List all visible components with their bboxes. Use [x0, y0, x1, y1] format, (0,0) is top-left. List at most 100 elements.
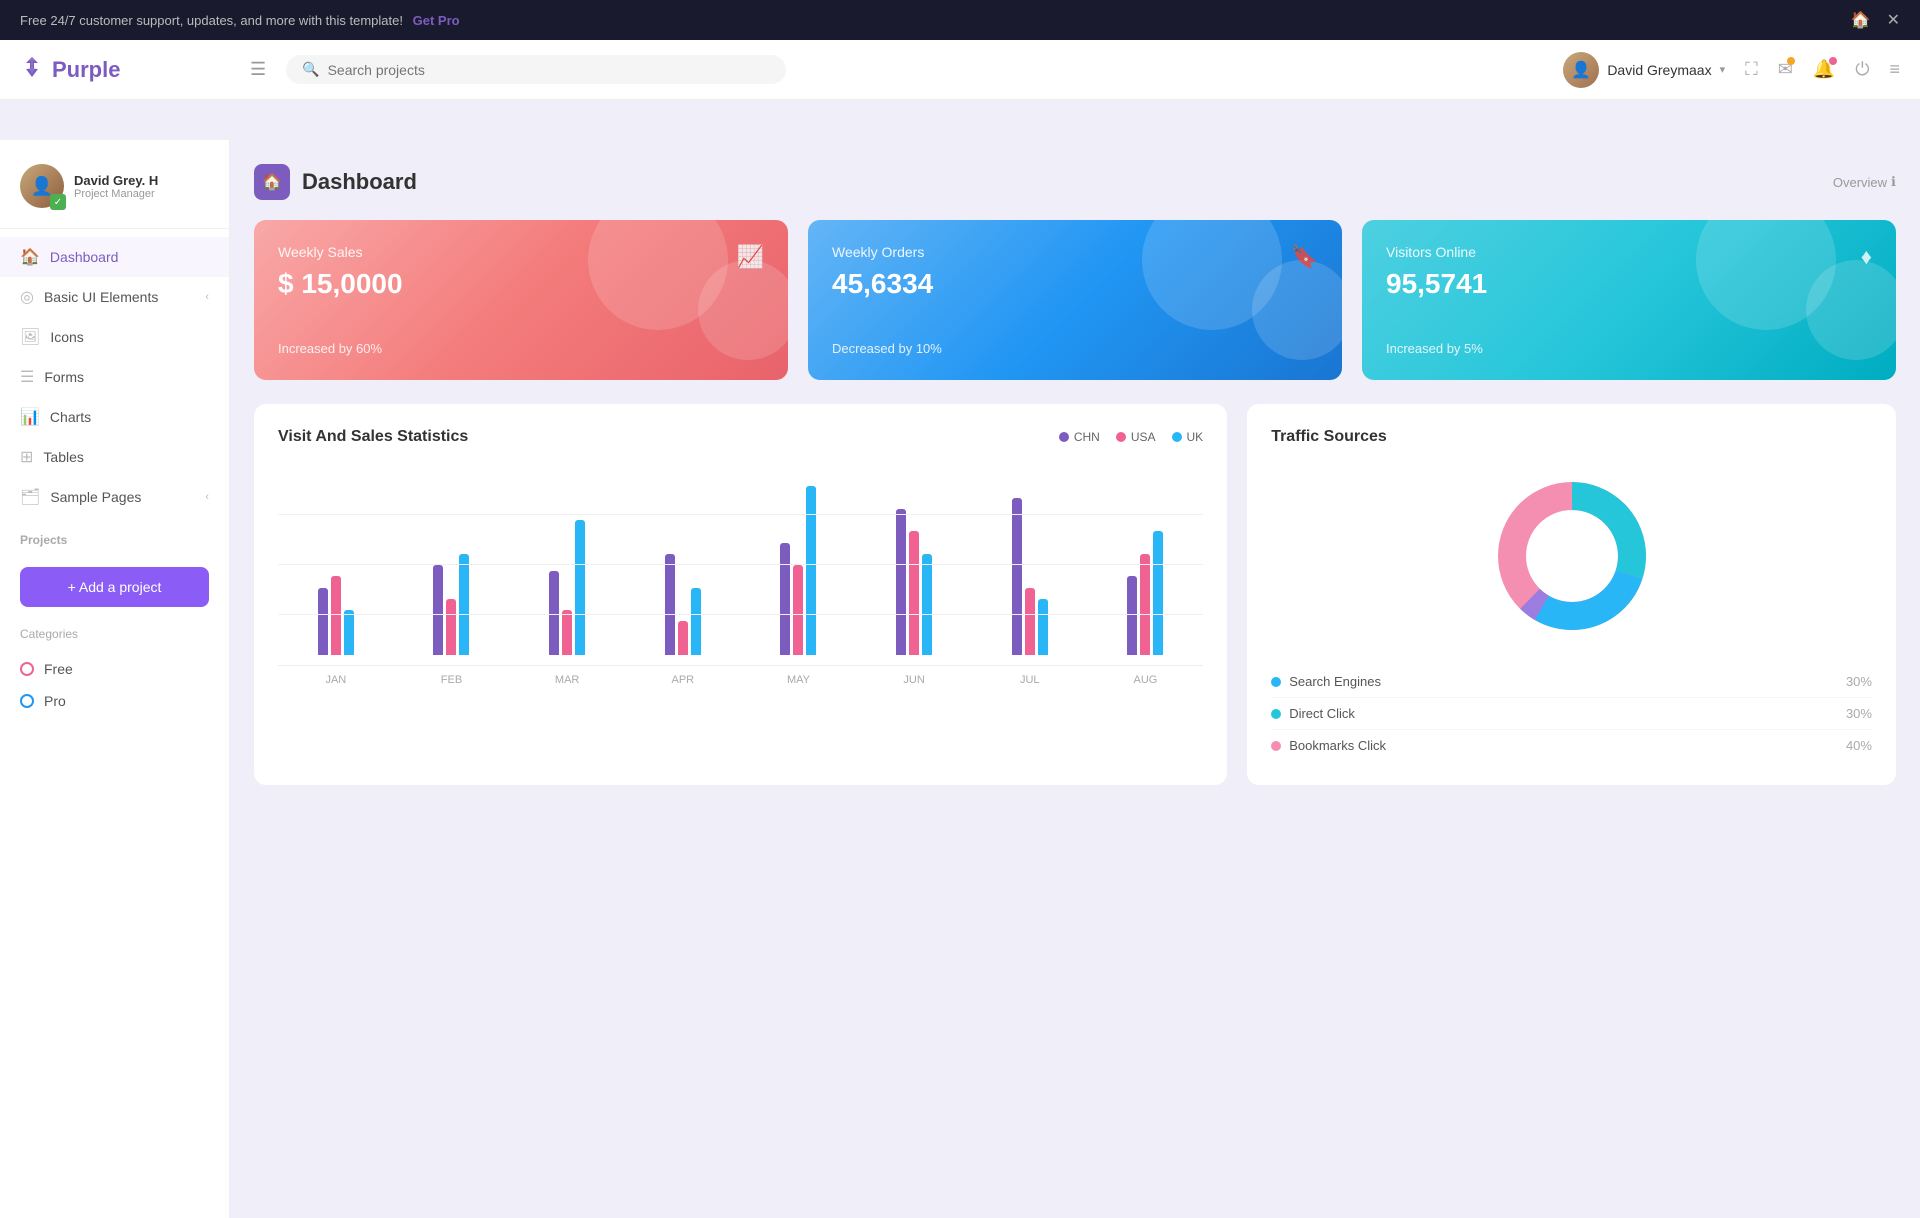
sample-chevron-icon: ‹	[205, 491, 209, 503]
power-icon[interactable]: ⏻	[1855, 59, 1869, 80]
forms-icon: ☰	[20, 367, 34, 387]
legend-chn: CHN	[1059, 430, 1100, 444]
legend-uk: UK	[1172, 430, 1204, 444]
traffic-item-bookmarks: Bookmarks Click 40%	[1271, 730, 1872, 761]
main-content: 🏠 Dashboard Overview ℹ Weekly Sales $ 15…	[230, 140, 1920, 1218]
orders-icon: 🔖	[1291, 244, 1318, 270]
bar-group	[972, 498, 1088, 656]
icons-nav-icon: 🖼	[20, 327, 40, 347]
category-pro-label: Pro	[44, 693, 66, 709]
bar-month-label: MAY	[741, 674, 857, 686]
search-wrapper: 🔍	[286, 55, 786, 84]
bar-bar-blue	[691, 588, 701, 656]
hamburger-icon[interactable]: ☰	[250, 59, 266, 80]
bar-bar-blue	[922, 554, 932, 655]
bar-bar-pink	[1140, 554, 1150, 655]
bar-bar-blue	[1153, 531, 1163, 655]
bookmarks-dot	[1271, 741, 1281, 751]
sales-footer: Increased by 60%	[278, 341, 764, 356]
app-layout: 👤 ✓ David Grey. H Project Manager 🏠 Dash…	[0, 140, 1920, 1218]
search-input[interactable]	[328, 62, 771, 78]
legend-usa: USA	[1116, 430, 1156, 444]
legend-uk-dot	[1172, 432, 1182, 442]
header-nav: ☰ 🔍	[250, 55, 1563, 84]
user-info[interactable]: 👤 David Greymaax ▾	[1563, 52, 1725, 88]
chevron-down-icon: ▾	[1720, 63, 1726, 76]
stat-card-orders: Weekly Orders 45,6334 🔖 Decreased by 10%	[808, 220, 1342, 380]
bar-month-label: AUG	[1088, 674, 1204, 686]
stats-grid: Weekly Sales $ 15,0000 📈 Increased by 60…	[254, 220, 1896, 380]
overview-button[interactable]: Overview ℹ	[1833, 174, 1896, 190]
sidebar-item-icons[interactable]: 🖼 Icons	[0, 317, 229, 357]
bell-notification-dot	[1829, 57, 1837, 65]
bar-chart-area	[278, 466, 1203, 666]
bar-bar-purple	[318, 588, 328, 656]
bar-month-label: APR	[625, 674, 741, 686]
bar-group	[509, 520, 625, 655]
avatar-image: 👤	[1563, 52, 1599, 88]
grid-line-2	[278, 564, 1203, 565]
bar-bar-purple	[433, 565, 443, 655]
bar-bar-pink	[331, 576, 341, 655]
user-profile: 👤 ✓ David Grey. H Project Manager	[0, 156, 229, 229]
stat-card-visitors: Visitors Online 95,5741 ♦ Increased by 5…	[1362, 220, 1896, 380]
banner-message: Free 24/7 customer support, updates, and…	[20, 13, 460, 28]
legend-usa-dot	[1116, 432, 1126, 442]
bar-group	[278, 576, 394, 655]
bar-month-label: JUN	[856, 674, 972, 686]
close-icon[interactable]: ✕	[1887, 10, 1900, 30]
bar-group	[741, 486, 857, 655]
sidebar-item-forms[interactable]: ☰ Forms	[0, 357, 229, 397]
bar-chart-card: Visit And Sales Statistics CHN USA UK	[254, 404, 1227, 785]
sidebar-label-charts: Charts	[50, 409, 91, 425]
donut-center	[1528, 512, 1616, 600]
sidebar-label-icons: Icons	[50, 329, 83, 345]
categories-title: Categories	[0, 619, 229, 653]
donut-svg	[1482, 466, 1662, 646]
bar-bar-purple	[665, 554, 675, 655]
bar-bar-purple	[1127, 576, 1137, 655]
sales-value: $ 15,0000	[278, 268, 403, 300]
visitors-footer: Increased by 5%	[1386, 341, 1872, 356]
tables-icon: ⊞	[20, 447, 33, 467]
bar-bar-blue	[806, 486, 816, 655]
direct-click-pct: 30%	[1846, 706, 1872, 721]
sidebar-label-sample: Sample Pages	[50, 489, 141, 505]
bar-bar-purple	[896, 509, 906, 655]
banner-actions: 🏠 ✕	[1851, 10, 1900, 30]
sidebar-item-tables[interactable]: ⊞ Tables	[0, 437, 229, 477]
sidebar-item-charts[interactable]: 📊 Charts	[0, 397, 229, 437]
profile-info: David Grey. H Project Manager	[74, 173, 158, 200]
traffic-item-search: Search Engines 30%	[1271, 666, 1872, 698]
free-dot-icon	[20, 662, 34, 676]
bar-group	[625, 554, 741, 655]
sidebar-label-dashboard: Dashboard	[50, 249, 119, 265]
bar-bar-pink	[793, 565, 803, 655]
add-project-button[interactable]: + Add a project	[20, 567, 209, 607]
sidebar-item-dashboard[interactable]: 🏠 Dashboard	[0, 237, 229, 277]
category-pro[interactable]: Pro	[0, 685, 229, 717]
sidebar-item-sample-pages[interactable]: 🗂 Sample Pages ‹	[0, 477, 229, 517]
charts-grid: Visit And Sales Statistics CHN USA UK	[254, 404, 1896, 785]
page-title: Dashboard	[302, 169, 417, 195]
dashboard-header: 🏠 Dashboard Overview ℹ	[254, 164, 1896, 200]
category-free[interactable]: Free	[0, 653, 229, 685]
visitors-icon: ♦	[1861, 244, 1872, 270]
header-right: 👤 David Greymaax ▾ ⛶ ✉ 🔔 ⏻ ≡	[1563, 52, 1900, 88]
orders-label: Weekly Orders	[832, 244, 933, 260]
traffic-legend: Search Engines 30% Direct Click 30%	[1271, 666, 1872, 761]
sidebar-item-ui-elements[interactable]: ◎ Basic UI Elements ‹	[0, 277, 229, 317]
home-icon[interactable]: 🏠	[1851, 10, 1871, 30]
grid-line-3	[278, 514, 1203, 515]
traffic-item-direct: Direct Click 30%	[1271, 698, 1872, 730]
bell-icon[interactable]: 🔔	[1813, 59, 1835, 80]
mail-icon[interactable]: ✉	[1778, 59, 1793, 80]
get-pro-link[interactable]: Get Pro	[413, 13, 460, 28]
list-icon[interactable]: ≡	[1889, 59, 1900, 80]
donut-chart-title: Traffic Sources	[1271, 428, 1387, 446]
profile-role: Project Manager	[74, 188, 158, 200]
visitors-value: 95,5741	[1386, 268, 1487, 300]
profile-check-icon: ✓	[50, 194, 66, 210]
banner-text: Free 24/7 customer support, updates, and…	[20, 13, 403, 28]
expand-icon[interactable]: ⛶	[1745, 59, 1758, 80]
